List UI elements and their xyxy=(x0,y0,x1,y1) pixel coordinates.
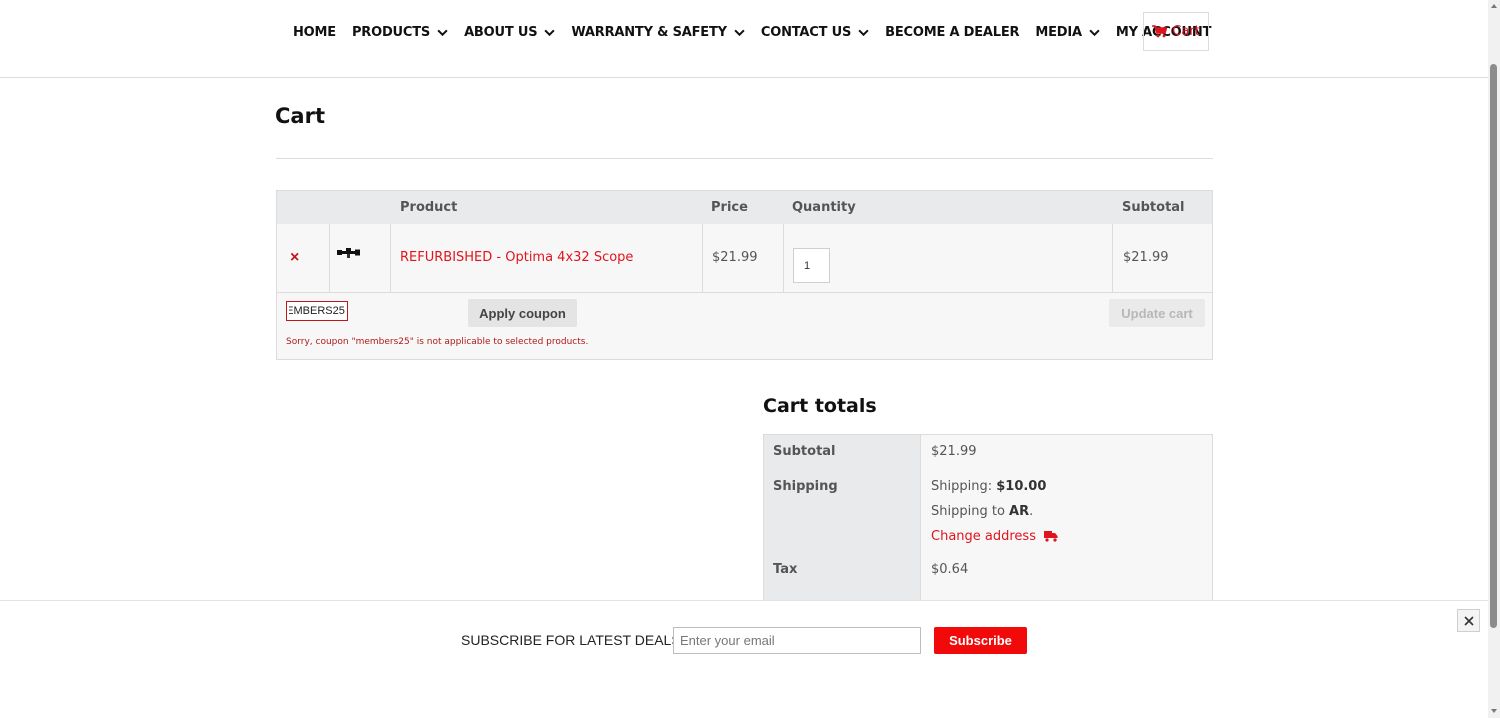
cart-totals-table: Subtotal $21.99 Shipping Shipping: $10.0… xyxy=(763,434,1213,624)
totals-subtotal-row: Subtotal $21.99 xyxy=(764,435,1212,470)
subtotal-value: $21.99 xyxy=(931,444,977,459)
column-divider xyxy=(1112,224,1113,292)
shipping-destination: Shipping to AR. xyxy=(931,504,1033,519)
tax-value: $0.64 xyxy=(931,562,969,577)
chevron-down-icon xyxy=(734,29,745,36)
change-address-link[interactable]: Change address xyxy=(931,529,1058,544)
header-subtotal: Subtotal xyxy=(1122,200,1185,215)
column-divider xyxy=(783,224,784,292)
apply-coupon-button[interactable]: Apply coupon xyxy=(468,299,577,327)
page-title: Cart xyxy=(275,104,325,128)
title-divider xyxy=(276,158,1213,159)
nav-warranty-label: WARRANTY & SAFETY xyxy=(571,24,727,40)
shipping-to-suffix: . xyxy=(1029,504,1034,519)
table-row: × REFURBISHED - Optima 4x32 Scope $21.99… xyxy=(277,224,1212,293)
shipping-amount: $10.00 xyxy=(996,479,1047,494)
header-price: Price xyxy=(711,200,748,215)
nav-home-label: HOME xyxy=(293,24,336,40)
nav-contact-us[interactable]: CONTACT US xyxy=(761,25,869,40)
shipping-to-prefix: Shipping to xyxy=(931,504,1010,519)
coupon-error-message: Sorry, coupon "members25" is not applica… xyxy=(286,337,589,347)
quantity-input[interactable] xyxy=(793,248,830,283)
shipping-to-state: AR xyxy=(1009,504,1030,519)
totals-value-cell: $21.99 xyxy=(920,435,1212,469)
shopping-cart-icon xyxy=(1152,25,1168,38)
subscribe-button[interactable]: Subscribe xyxy=(934,627,1027,654)
totals-label-cell: Tax xyxy=(764,553,920,587)
nav-media-label: MEDIA xyxy=(1035,24,1082,40)
item-price: $21.99 xyxy=(712,250,758,265)
product-link[interactable]: REFURBISHED - Optima 4x32 Scope xyxy=(400,250,633,265)
totals-value-cell: $0.64 xyxy=(920,553,1212,587)
cart-table: Product Price Quantity Subtotal × REFURB… xyxy=(276,190,1213,360)
nav-products[interactable]: PRODUCTS xyxy=(352,25,448,40)
nav-products-label: PRODUCTS xyxy=(351,24,431,40)
header-cart-button[interactable]: Cart xyxy=(1143,12,1209,51)
totals-label-cell: Shipping xyxy=(764,469,920,553)
main-nav: HOME PRODUCTS ABOUT US WARRANTY & SAFETY… xyxy=(293,0,1227,64)
chevron-down-icon xyxy=(1089,29,1100,36)
shipping-cost: Shipping: $10.00 xyxy=(931,479,1046,494)
column-divider xyxy=(702,224,703,292)
scroll-down-icon[interactable] xyxy=(1490,707,1498,715)
chevron-down-icon xyxy=(544,29,555,36)
cart-totals-title: Cart totals xyxy=(763,395,877,417)
remove-item-button[interactable]: × xyxy=(290,249,299,267)
close-subscribe-button[interactable] xyxy=(1457,609,1480,632)
close-icon xyxy=(1463,615,1474,626)
coupon-input[interactable] xyxy=(286,301,348,321)
subtotal-label: Subtotal xyxy=(773,444,836,459)
tax-label: Tax xyxy=(773,562,798,577)
item-subtotal: $21.99 xyxy=(1123,250,1169,265)
chevron-down-icon xyxy=(858,29,869,36)
nav-media[interactable]: MEDIA xyxy=(1035,25,1100,40)
update-cart-button[interactable]: Update cart xyxy=(1109,299,1205,327)
email-field[interactable] xyxy=(673,627,921,654)
column-divider xyxy=(329,224,330,292)
nav-about-us[interactable]: ABOUT US xyxy=(464,25,555,40)
header-product: Product xyxy=(400,200,458,215)
change-address-label: Change address xyxy=(931,529,1036,544)
chevron-down-icon xyxy=(437,29,448,36)
subscribe-label: SUBSCRIBE FOR LATEST DEALS! xyxy=(461,632,685,648)
scope-thumbnail[interactable] xyxy=(337,246,361,260)
header-quantity: Quantity xyxy=(792,200,856,215)
nav-dealer-label: BECOME A DEALER xyxy=(885,24,1020,40)
subscribe-bar: SUBSCRIBE FOR LATEST DEALS! Subscribe xyxy=(0,600,1488,719)
totals-label-cell: Subtotal xyxy=(764,435,920,469)
truck-icon xyxy=(1043,531,1058,542)
totals-value-cell: Shipping: $10.00 Shipping to AR. Change … xyxy=(920,469,1212,553)
shipping-prefix: Shipping: xyxy=(931,479,997,494)
nav-warranty-safety[interactable]: WARRANTY & SAFETY xyxy=(571,25,745,40)
column-divider xyxy=(390,224,391,292)
cart-table-header: Product Price Quantity Subtotal xyxy=(277,191,1212,224)
site-header: HOME PRODUCTS ABOUT US WARRANTY & SAFETY… xyxy=(0,0,1488,78)
scrollbar-thumb[interactable] xyxy=(1490,64,1497,628)
totals-tax-row: Tax $0.64 xyxy=(764,553,1212,588)
page-scrollbar[interactable] xyxy=(1488,0,1500,718)
scroll-up-icon[interactable] xyxy=(1490,2,1498,10)
shipping-label: Shipping xyxy=(773,479,838,494)
nav-about-label: ABOUT US xyxy=(464,24,538,40)
header-cart-label: Cart xyxy=(1172,24,1200,39)
nav-home[interactable]: HOME xyxy=(293,25,336,40)
totals-shipping-row: Shipping Shipping: $10.00 Shipping to AR… xyxy=(764,469,1212,554)
nav-contact-label: CONTACT US xyxy=(760,24,852,40)
nav-become-dealer[interactable]: BECOME A DEALER xyxy=(885,25,1019,40)
